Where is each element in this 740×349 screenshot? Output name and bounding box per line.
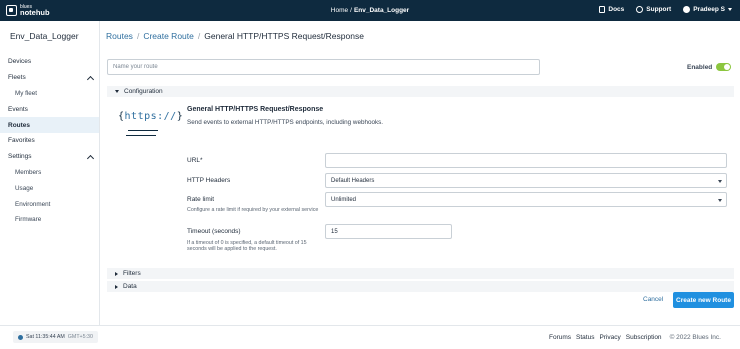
right-arrow-icon — [128, 130, 158, 132]
sidebar-item-label: Members — [15, 168, 42, 176]
breadcrumb-create-route[interactable]: Create Route — [143, 31, 194, 41]
https-route-logo: {https://} — [118, 111, 183, 145]
caret-down-icon — [115, 90, 119, 93]
rate-limit-select[interactable]: Unlimited — [325, 192, 727, 207]
url-input[interactable] — [325, 153, 727, 168]
sidebar-item-label: Firmware — [15, 216, 42, 224]
sidebar-item-firmware[interactable]: Firmware — [0, 212, 99, 228]
timeout-label: Timeout (seconds) — [187, 228, 241, 235]
footer-link-subscription[interactable]: Subscription — [626, 334, 662, 341]
section-label: Configuration — [124, 88, 163, 95]
support-icon — [636, 6, 644, 13]
route-type-description: Send events to external HTTP/HTTPS endpo… — [187, 119, 384, 126]
sidebar-item-label: Settings — [8, 153, 32, 161]
filters-section-header[interactable]: Filters — [107, 268, 734, 279]
rate-limit-value: Unlimited — [331, 196, 357, 203]
sidebar-item-members[interactable]: Members — [0, 165, 99, 181]
sidebar-item-my-fleet[interactable]: My fleet — [0, 86, 99, 102]
create-route-button[interactable]: Create new Route — [673, 292, 734, 308]
enabled-toggle[interactable] — [716, 63, 732, 71]
data-section-header[interactable]: Data — [107, 281, 734, 292]
breadcrumb-separator: / — [197, 31, 201, 41]
chevron-up-icon[interactable] — [86, 75, 95, 83]
copyright: © 2022 Blues Inc. — [669, 334, 721, 341]
top-right-menu: Docs Support Pradeep S — [599, 6, 732, 13]
sidebar-item-label: Favorites — [8, 137, 35, 145]
route-type-title: General HTTP/HTTPS Request/Response — [187, 106, 324, 113]
section-label: Data — [123, 283, 137, 290]
clock-icon — [18, 334, 23, 340]
enabled-control: Enabled — [687, 63, 732, 71]
http-headers-value: Default Headers — [331, 177, 375, 184]
sidebar-item-favorites[interactable]: Favorites — [0, 133, 99, 149]
cancel-button[interactable]: Cancel — [643, 296, 663, 303]
project-name: Env_Data_Logger — [10, 31, 79, 41]
sidebar-item-routes[interactable]: Routes — [0, 117, 99, 133]
http-headers-label: HTTP Headers — [187, 177, 231, 184]
home-link[interactable]: Home — [331, 7, 348, 14]
sidebar-item-label: Routes — [8, 121, 31, 129]
top-navigation-bar: blues notehub Home / Env_Data_Logger Docs … — [0, 0, 740, 21]
caret-right-icon — [115, 271, 118, 276]
sidebar-item-label: Environment — [15, 200, 51, 208]
sidebar-item-label: Fleets — [8, 74, 26, 82]
sidebar-item-label: Events — [8, 105, 28, 113]
caret-right-icon — [115, 284, 118, 289]
support-link[interactable]: Support — [636, 6, 671, 13]
footer-link-status[interactable]: Status — [576, 334, 594, 341]
sidebar-nav: Devices Fleets My fleet Events Routes Fa… — [0, 54, 99, 228]
sidebar-item-environment[interactable]: Environment — [0, 196, 99, 212]
section-label: Filters — [123, 270, 141, 277]
rate-limit-label: Rate limit — [187, 196, 215, 203]
chevron-down-icon — [718, 180, 722, 183]
route-name-input[interactable] — [107, 59, 540, 75]
sidebar-item-label: Devices — [8, 58, 32, 66]
footer-link-privacy[interactable]: Privacy — [599, 334, 620, 341]
configuration-section-header[interactable]: Configuration — [107, 86, 734, 97]
timeout-help: If a timeout of 0 is specified, a defaul… — [187, 240, 307, 252]
user-name: Pradeep S — [693, 6, 725, 13]
https-logo-text: https:// — [124, 111, 177, 122]
chevron-up-icon[interactable] — [86, 154, 95, 162]
clock-timezone: GMT+5:30 — [67, 334, 93, 340]
clock-badge: Sat 11:35:44 AM GMT+5:30 — [13, 331, 98, 343]
footer-links: Forums Status Privacy Subscription © 202… — [549, 334, 721, 341]
sidebar: Env_Data_Logger Devices Fleets My fleet … — [0, 21, 100, 325]
top-breadcrumb-separator: / — [350, 7, 352, 14]
chevron-down-icon — [728, 8, 732, 11]
docs-link[interactable]: Docs — [599, 6, 624, 13]
chevron-down-icon — [718, 199, 722, 202]
timeout-input[interactable]: 15 — [325, 224, 452, 239]
user-icon — [683, 6, 691, 13]
sidebar-item-fleets[interactable]: Fleets — [0, 70, 99, 86]
footer-divider — [0, 325, 740, 326]
page-title: General HTTP/HTTPS Request/Response — [204, 31, 364, 41]
enabled-label: Enabled — [687, 63, 713, 71]
sidebar-item-devices[interactable]: Devices — [0, 54, 99, 70]
footer-link-forums[interactable]: Forums — [549, 334, 571, 341]
sidebar-item-events[interactable]: Events — [0, 101, 99, 117]
sidebar-item-label: Usage — [15, 184, 34, 192]
breadcrumb-separator: / — [136, 31, 140, 41]
url-label: URL* — [187, 157, 203, 164]
docs-label: Docs — [608, 6, 625, 13]
support-label: Support — [646, 6, 672, 13]
left-arrow-icon — [126, 135, 156, 137]
document-icon — [599, 6, 606, 13]
user-menu[interactable]: Pradeep S — [683, 6, 732, 13]
clock-time: Sat 11:35:44 AM — [26, 334, 65, 340]
breadcrumb: Routes / Create Route / General HTTP/HTTPS R… — [106, 31, 364, 41]
rate-limit-help: Configure a rate limit if required by yo… — [187, 207, 319, 213]
sidebar-item-settings[interactable]: Settings — [0, 149, 99, 165]
breadcrumb-routes[interactable]: Routes — [106, 31, 133, 41]
sidebar-item-label: My fleet — [15, 89, 38, 97]
top-app-name[interactable]: Env_Data_Logger — [354, 7, 409, 14]
sidebar-item-usage[interactable]: Usage — [0, 180, 99, 196]
http-headers-select[interactable]: Default Headers — [325, 173, 727, 188]
